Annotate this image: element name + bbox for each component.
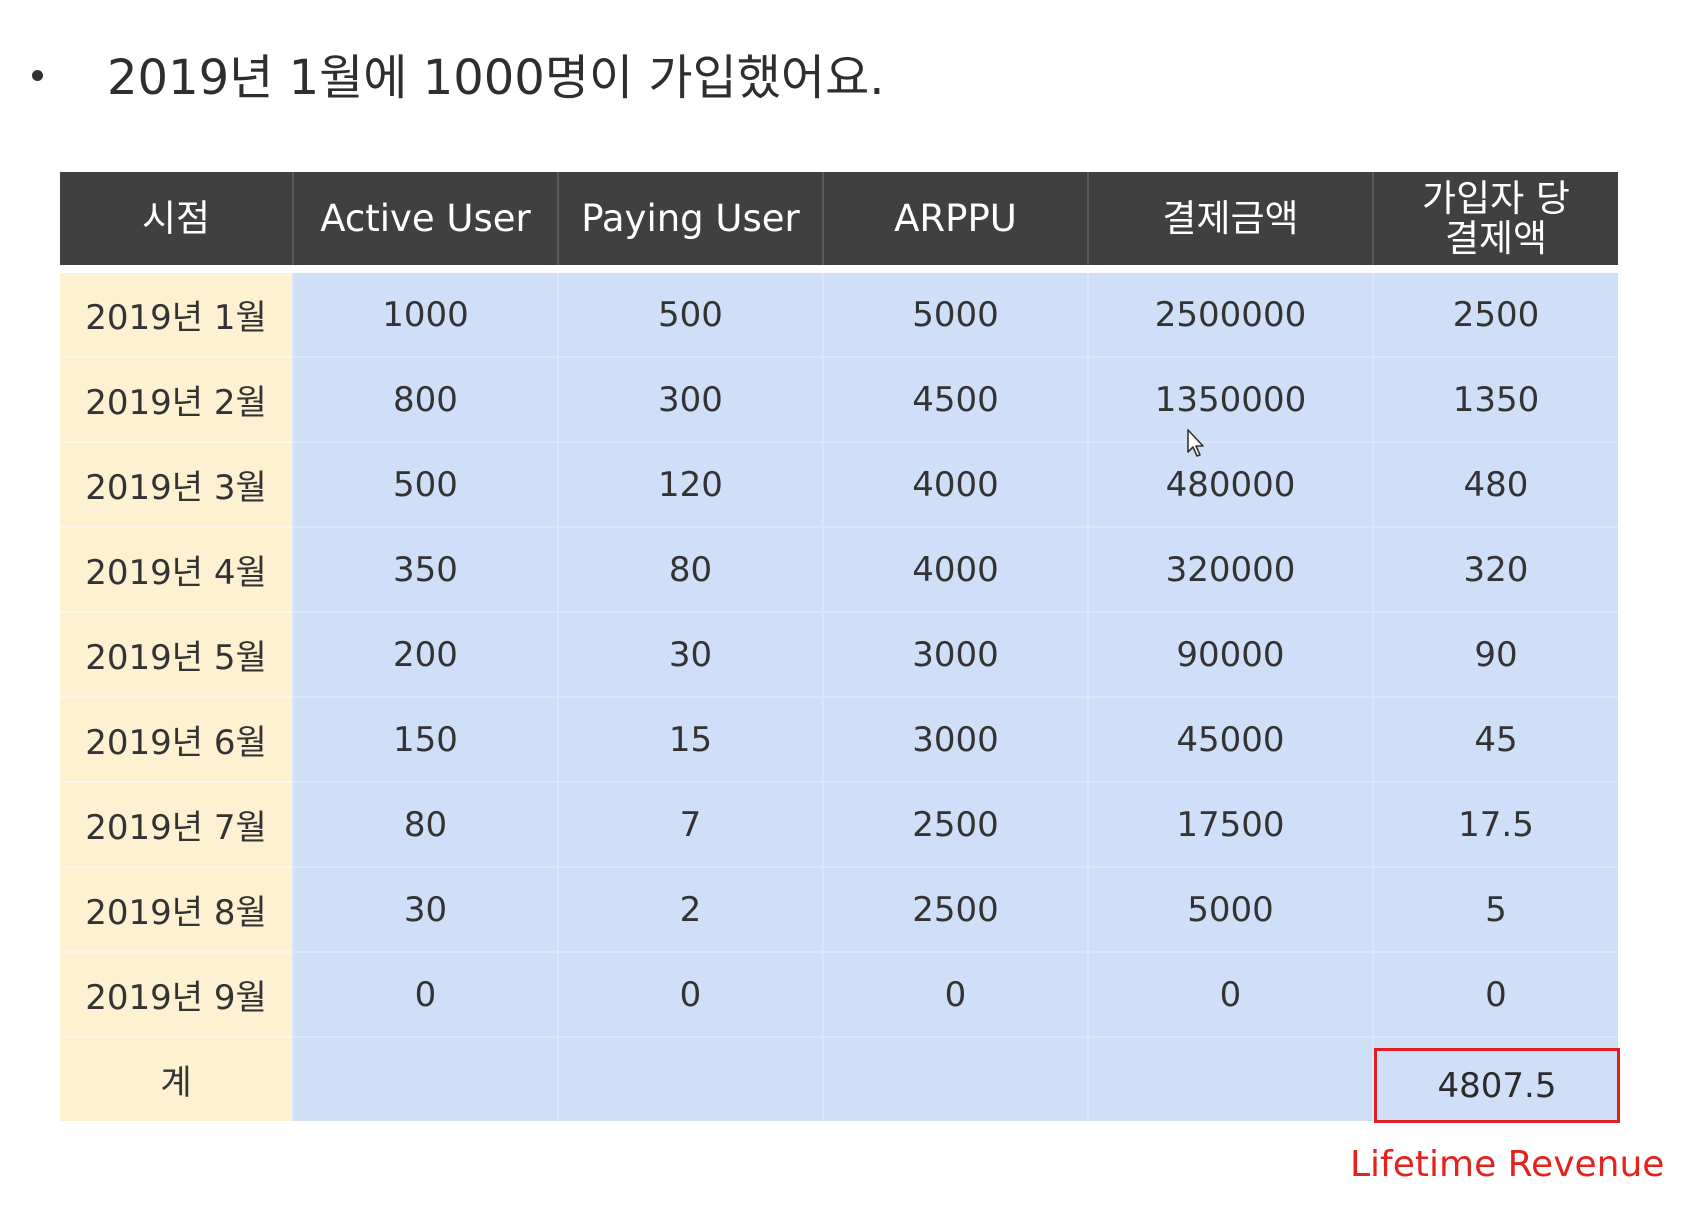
bullet-text: 2019년 1월에 1000명이 가입했어요. bbox=[107, 50, 885, 106]
empty-total-cell bbox=[822, 1036, 1088, 1121]
cell-paying-user: 300 bbox=[557, 356, 823, 442]
cell-payment-per-signup: 45 bbox=[1372, 696, 1618, 782]
cell-active-user: 800 bbox=[292, 356, 558, 442]
cell-payment-amount: 0 bbox=[1087, 951, 1373, 1037]
mouse-cursor-icon bbox=[1187, 429, 1204, 457]
cell-payment-amount: 1350000 bbox=[1087, 356, 1373, 442]
table-row: 2019년 2월 800 300 4500 1350000 1350 bbox=[60, 356, 1618, 442]
cell-payment-amount: 2500000 bbox=[1087, 265, 1373, 357]
cell-arppu: 2500 bbox=[822, 781, 1088, 867]
revenue-table: 시점 Active User Paying User ARPPU 결제금액 가입… bbox=[60, 172, 1620, 1123]
header-payment-amount: 결제금액 bbox=[1087, 172, 1373, 269]
cell-active-user: 500 bbox=[292, 441, 558, 527]
cell-period: 2019년 7월 bbox=[60, 781, 293, 867]
cell-arppu: 3000 bbox=[822, 611, 1088, 697]
table-row: 2019년 5월 200 30 3000 90000 90 bbox=[60, 611, 1618, 697]
total-label: 계 bbox=[60, 1036, 293, 1121]
table-row: 2019년 6월 150 15 3000 45000 45 bbox=[60, 696, 1618, 782]
cell-period: 2019년 8월 bbox=[60, 866, 293, 952]
cell-active-user: 350 bbox=[292, 526, 558, 612]
cell-payment-amount: 5000 bbox=[1087, 866, 1373, 952]
cell-paying-user: 120 bbox=[557, 441, 823, 527]
cell-payment-per-signup: 90 bbox=[1372, 611, 1618, 697]
cell-payment-amount: 45000 bbox=[1087, 696, 1373, 782]
total-row: 계 4807.5 bbox=[60, 1036, 1620, 1123]
cell-active-user: 1000 bbox=[292, 265, 558, 357]
cell-arppu: 0 bbox=[822, 951, 1088, 1037]
cell-payment-per-signup: 480 bbox=[1372, 441, 1618, 527]
header-period: 시점 bbox=[60, 172, 293, 269]
bullet-line: 2019년 1월에 1000명이 가입했어요. bbox=[32, 38, 884, 108]
cell-payment-amount: 90000 bbox=[1087, 611, 1373, 697]
lifetime-revenue-value: 4807.5 bbox=[1374, 1048, 1620, 1123]
cell-payment-amount: 320000 bbox=[1087, 526, 1373, 612]
empty-total-cell bbox=[557, 1036, 823, 1121]
cell-payment-per-signup: 5 bbox=[1372, 866, 1618, 952]
table-row: 2019년 4월 350 80 4000 320000 320 bbox=[60, 526, 1618, 612]
cell-period: 2019년 9월 bbox=[60, 951, 293, 1037]
cell-active-user: 30 bbox=[292, 866, 558, 952]
bullet-dot-icon bbox=[32, 69, 43, 81]
cell-payment-per-signup: 320 bbox=[1372, 526, 1618, 612]
cell-paying-user: 7 bbox=[557, 781, 823, 867]
cell-paying-user: 30 bbox=[557, 611, 823, 697]
empty-total-cell bbox=[292, 1036, 558, 1121]
lifetime-revenue-label: Lifetime Revenue bbox=[1350, 1144, 1665, 1185]
header-paying-user: Paying User bbox=[557, 172, 823, 269]
table-body: 2019년 1월 1000 500 5000 2500000 2500 2019년 2월 80… bbox=[60, 265, 1620, 1123]
cell-arppu: 4000 bbox=[822, 441, 1088, 527]
cell-period: 2019년 4월 bbox=[60, 526, 293, 612]
cell-arppu: 4000 bbox=[822, 526, 1088, 612]
cell-arppu: 5000 bbox=[822, 265, 1088, 357]
cell-active-user: 80 bbox=[292, 781, 558, 867]
cell-payment-per-signup: 17.5 bbox=[1372, 781, 1618, 867]
cell-paying-user: 500 bbox=[557, 265, 823, 357]
table-row: 2019년 3월 500 120 4000 480000 480 bbox=[60, 441, 1618, 527]
table-row: 2019년 9월 0 0 0 0 0 bbox=[60, 951, 1618, 1037]
cell-payment-amount: 480000 bbox=[1087, 441, 1373, 527]
cell-period: 2019년 5월 bbox=[60, 611, 293, 697]
table-header-row: 시점 Active User Paying User ARPPU 결제금액 가입… bbox=[60, 172, 1618, 269]
empty-total-cell bbox=[1087, 1036, 1373, 1121]
header-arppu: ARPPU bbox=[822, 172, 1088, 269]
cell-arppu: 2500 bbox=[822, 866, 1088, 952]
table-row: 2019년 1월 1000 500 5000 2500000 2500 bbox=[60, 265, 1618, 357]
cell-paying-user: 80 bbox=[557, 526, 823, 612]
cell-active-user: 0 bbox=[292, 951, 558, 1037]
table-row: 2019년 8월 30 2 2500 5000 5 bbox=[60, 866, 1618, 952]
cell-arppu: 3000 bbox=[822, 696, 1088, 782]
cell-period: 2019년 6월 bbox=[60, 696, 293, 782]
cell-paying-user: 15 bbox=[557, 696, 823, 782]
header-active-user: Active User bbox=[292, 172, 558, 269]
cell-payment-per-signup: 0 bbox=[1372, 951, 1618, 1037]
cell-active-user: 150 bbox=[292, 696, 558, 782]
cell-payment-amount: 17500 bbox=[1087, 781, 1373, 867]
cell-period: 2019년 3월 bbox=[60, 441, 293, 527]
cell-payment-per-signup: 2500 bbox=[1372, 265, 1618, 357]
cell-payment-per-signup: 1350 bbox=[1372, 356, 1618, 442]
cell-period: 2019년 2월 bbox=[60, 356, 293, 442]
cell-period: 2019년 1월 bbox=[60, 265, 293, 357]
cell-arppu: 4500 bbox=[822, 356, 1088, 442]
table-row: 2019년 7월 80 7 2500 17500 17.5 bbox=[60, 781, 1618, 867]
cell-paying-user: 0 bbox=[557, 951, 823, 1037]
cell-paying-user: 2 bbox=[557, 866, 823, 952]
lifetime-revenue-cell: 4807.5 bbox=[1372, 1036, 1620, 1123]
header-payment-per-signup: 가입자 당 결제액 bbox=[1372, 172, 1618, 269]
cell-active-user: 200 bbox=[292, 611, 558, 697]
